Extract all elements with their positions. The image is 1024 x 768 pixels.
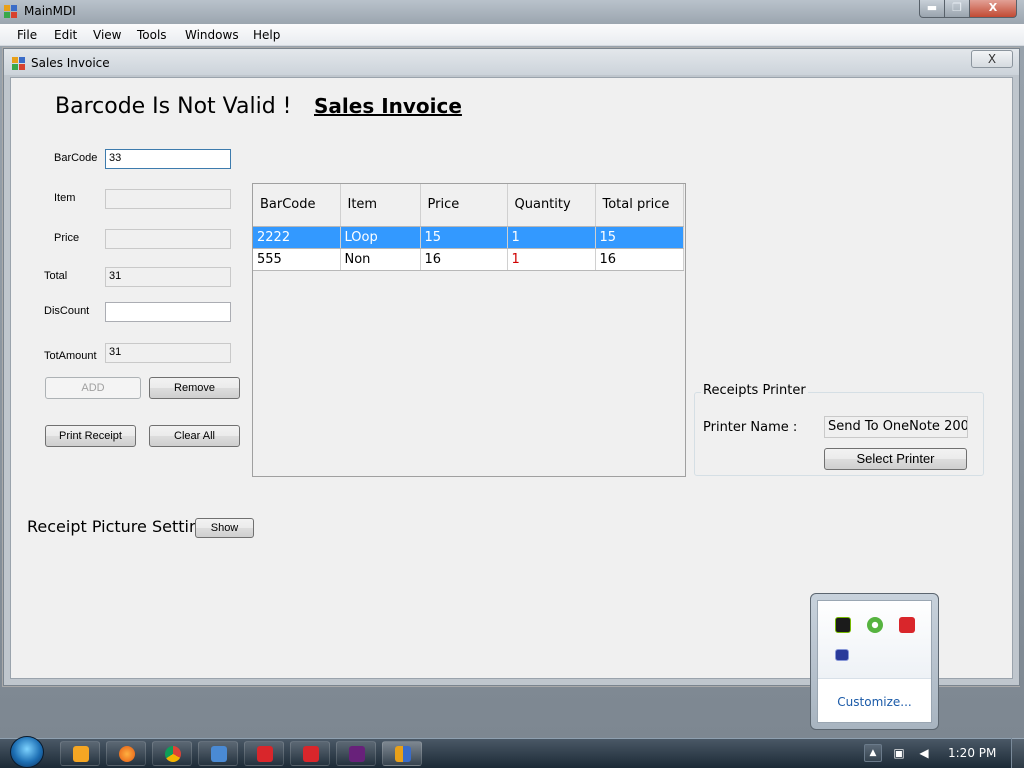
print-receipt-button[interactable]: Print Receipt [45,425,136,447]
cell-total-price[interactable]: 15 [595,226,684,249]
table-header-row: BarCode Item Price Quantity Total price [253,184,684,227]
tray-popup-body: Customize... [817,600,932,723]
mdi-titlebar[interactable]: MainMDI ▬ ❐ X [0,0,1024,24]
tot-amount-field[interactable]: 31 [105,343,231,363]
cell-quantity[interactable]: 1 [507,248,596,271]
cell-total-price[interactable]: 16 [595,248,684,271]
child-titlebar[interactable]: Sales Invoice X [4,49,1019,75]
sales-invoice-window: Sales Invoice X Barcode Is Not Valid ! S… [3,48,1020,686]
table-row[interactable]: 555 Non 16 1 16 [253,248,684,271]
tot-amount-label: TotAmount [44,350,97,362]
receipt-picture-setting-label: Receipt Picture Setting [27,517,210,536]
barcode-input[interactable]: 33 [105,149,231,169]
add-button[interactable]: ADD [45,377,141,399]
total-field[interactable]: 31 [105,267,231,287]
printer-name-label: Printer Name : [703,420,798,435]
volume-icon[interactable]: ◀ [917,746,931,760]
network-media-icon[interactable] [835,649,849,661]
total-label: Total [44,270,68,282]
taskbar-avira-2[interactable] [290,741,330,766]
column-header-barcode[interactable]: BarCode [253,184,341,227]
media-player-icon [73,746,89,762]
receipts-printer-title: Receipts Printer [701,383,808,398]
remove-button[interactable]: Remove [149,377,240,399]
form-title: Sales Invoice [314,94,462,118]
column-header-total-price[interactable]: Total price [595,184,684,227]
app-window-icon [12,57,26,71]
chrome-icon [165,746,181,762]
cell-item[interactable]: LOop [340,226,421,249]
start-button[interactable] [10,736,44,768]
menu-bar: File Edit View Tools Windows Help [0,24,1024,46]
network-icon[interactable]: ▣ [892,746,906,760]
barcode-label: BarCode [54,152,98,164]
show-button[interactable]: Show [195,518,254,538]
maximize-button[interactable]: ❐ [944,0,970,18]
child-title: Sales Invoice [31,56,110,70]
close-button[interactable]: X [969,0,1017,18]
cell-quantity[interactable]: 1 [507,226,596,249]
menu-tools[interactable]: Tools [137,28,167,42]
sales-invoice-form: Barcode Is Not Valid ! Sales Invoice Bar… [10,77,1013,679]
menu-view[interactable]: View [93,28,121,42]
menu-file[interactable]: File [17,28,37,42]
taskbar-visual-studio[interactable] [336,741,376,766]
cell-item[interactable]: Non [340,248,421,271]
taskbar-firefox[interactable] [106,741,146,766]
price-label: Price [54,232,80,244]
minimize-button[interactable]: ▬ [919,0,945,18]
cell-price[interactable]: 16 [420,248,508,271]
avira-icon[interactable] [899,617,915,633]
taskbar-clock[interactable]: 1:20 PM [948,746,996,760]
error-message: Barcode Is Not Valid ! [55,94,292,119]
menu-help[interactable]: Help [253,28,280,42]
avira-icon [257,746,273,762]
taskbar-mainmdi[interactable] [382,741,422,766]
menu-windows[interactable]: Windows [185,28,239,42]
avira-icon [303,746,319,762]
item-field[interactable] [105,189,231,209]
taskbar-avira-1[interactable] [244,741,284,766]
cell-barcode[interactable]: 555 [253,248,341,271]
cell-barcode[interactable]: 2222 [253,226,341,249]
select-printer-button[interactable]: Select Printer [824,448,967,470]
customize-link[interactable]: Customize... [818,695,931,709]
menu-edit[interactable]: Edit [54,28,77,42]
invoice-grid[interactable]: BarCode Item Price Quantity Total price … [252,183,686,477]
item-label: Item [54,192,76,204]
column-header-item[interactable]: Item [340,184,421,227]
app-window-icon [395,746,411,762]
printer-name-field[interactable]: Send To OneNote 2007 [824,416,968,438]
column-header-price[interactable]: Price [420,184,508,227]
table-row[interactable]: 2222 LOop 15 1 15 [253,226,684,249]
utorrent-icon[interactable] [867,617,883,633]
show-hidden-icons-button[interactable]: ▲ [864,744,882,762]
discount-input[interactable] [105,302,231,322]
clear-all-button[interactable]: Clear All [149,425,240,447]
tray-icon-area [818,601,931,679]
column-header-quantity[interactable]: Quantity [507,184,596,227]
taskbar-chrome[interactable] [152,741,192,766]
discount-label: DisCount [44,305,90,317]
show-desktop-button[interactable] [1011,738,1024,768]
nvidia-icon[interactable] [835,617,851,633]
invoice-table: BarCode Item Price Quantity Total price … [253,184,684,271]
price-field[interactable] [105,229,231,249]
mdi-title: MainMDI [24,4,76,18]
visual-studio-icon [349,746,365,762]
firefox-icon [119,746,135,762]
taskbar-explorer[interactable] [198,741,238,766]
explorer-icon [211,746,227,762]
taskbar-media-player[interactable] [60,741,100,766]
app-window-icon [4,5,18,19]
cell-price[interactable]: 15 [420,226,508,249]
child-close-button[interactable]: X [971,50,1013,68]
tray-overflow-popup: Customize... [810,593,939,730]
